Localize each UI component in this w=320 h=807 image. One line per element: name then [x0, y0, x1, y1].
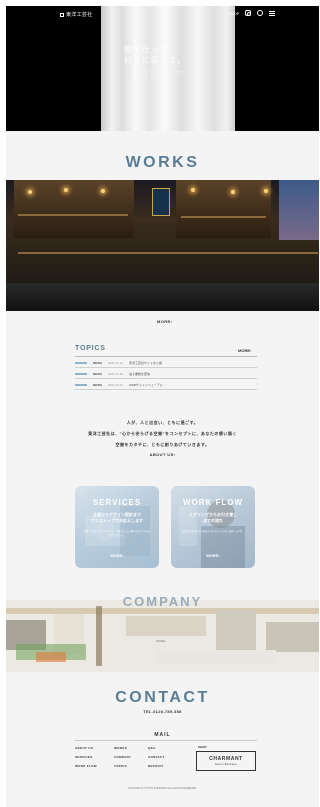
works-more-link[interactable]: MORE›: [157, 319, 172, 324]
works-photo-sign: [152, 188, 170, 216]
topics-divider: [75, 356, 257, 357]
services-card-more[interactable]: MORE›: [75, 553, 159, 558]
circle-icon[interactable]: [257, 10, 264, 16]
topics-title: TOPICS: [75, 345, 106, 352]
services-card-title: SERVICES: [92, 498, 142, 507]
footer-link-about[interactable]: ABOUT US: [75, 746, 97, 750]
footer-link-services[interactable]: SERVICES: [75, 755, 97, 759]
footer-link-company[interactable]: COMPANY: [114, 755, 131, 759]
works-photo-light: [191, 188, 195, 192]
company-image-stroke: [126, 616, 206, 636]
services-card-subtitle-line2: ワンストップでお応えします: [91, 518, 143, 523]
footer-link-works[interactable]: WORKS: [114, 746, 131, 750]
shop-subtitle: Select Boutique: [214, 763, 237, 766]
workflow-card-subtitle: ヒアリングからお引き渡し までの流れ: [179, 512, 247, 524]
contact-tel[interactable]: TEL.0120-789-358: [6, 709, 319, 714]
shop-banner[interactable]: CHARMANT Select Boutique: [196, 751, 256, 771]
workflow-card-more[interactable]: MORE›: [171, 553, 255, 558]
workflow-card-description: お問い合わせから完成までのステップをご紹介します。: [181, 530, 245, 533]
works-photo-shelf: [181, 216, 266, 218]
shop-name: CHARMANT: [209, 756, 243, 762]
services-card[interactable]: SERVICES 企画からデザイン設計まで ワンストップでお応えします 店舗・住…: [75, 486, 159, 568]
topic-category: NEWS: [93, 382, 102, 387]
works-photo-shelf: [18, 214, 128, 216]
works-photo-sky: [279, 180, 319, 240]
footer-nav-col1: ABOUT US SERVICES WORK FLOW: [75, 746, 97, 768]
page: 東洋工芸社 SHOP 働を仕って、 好きに暮らす。 ポキポキ ウッドゾーン デザ…: [6, 6, 319, 807]
works-photo-light: [101, 189, 105, 193]
hero-headline-line2: 好きに暮らす。: [124, 56, 187, 65]
company-more-link[interactable]: MORE›: [156, 639, 166, 643]
footer-link-qa[interactable]: Q&A: [148, 746, 165, 750]
about-us-link[interactable]: ABOUT US›: [6, 452, 319, 457]
company-image-stroke: [156, 650, 276, 664]
instagram-icon[interactable]: [245, 10, 252, 16]
company-title: COMPANY: [122, 594, 203, 609]
topic-text: WEBサイトリニューアル: [129, 382, 163, 387]
works-photo-light: [64, 188, 68, 192]
company-image[interactable]: [6, 600, 319, 672]
topic-date: 2021.02.03: [108, 382, 124, 387]
footer-link-topics[interactable]: TOPICS: [114, 764, 131, 768]
topic-item[interactable]: NEWS 2021.01.12 東洋工芸社サイトを公開: [75, 358, 257, 368]
hero-curtain-image: [101, 6, 235, 131]
footer-nav-col2: WORKS COMPANY TOPICS: [114, 746, 131, 768]
topic-category: NEWS: [93, 360, 102, 365]
topic-text: 東洋工芸社サイトを公開: [129, 360, 163, 365]
hero-headline-line1: 働を仕って、: [124, 45, 178, 54]
menu-icon[interactable]: [269, 10, 276, 16]
services-card-description: 店舗・住宅・オフィスなど、空間づくりに関わるすべてをお任せください。: [83, 530, 151, 537]
works-photo-light: [28, 190, 32, 194]
mail-divider: [75, 740, 257, 741]
works-title: WORKS: [125, 154, 200, 171]
topic-date: 2021.01.12: [108, 360, 124, 365]
topic-item[interactable]: NEWS 2021.01.20 電子書籍を配信: [75, 369, 257, 379]
services-card-subtitle: 企画からデザイン設計まで ワンストップでお応えします: [83, 512, 151, 524]
hero-subline: ポキポキ ウッドゾーン デザイン: [134, 70, 188, 74]
works-photo[interactable]: [6, 180, 319, 311]
topic-text: 電子書籍を配信: [129, 371, 151, 376]
hero-section: 東洋工芸社 SHOP 働を仕って、 好きに暮らす。 ポキポキ ウッドゾーン デザ…: [6, 6, 319, 131]
mail-link[interactable]: MAIL: [6, 732, 319, 738]
nav-shop-link[interactable]: SHOP: [228, 11, 239, 16]
logo-mark-icon: [60, 12, 64, 17]
topic-date: 2021.01.20: [108, 371, 124, 376]
works-photo-storefront: [14, 180, 134, 238]
hero-headline: 働を仕って、 好きに暮らす。: [124, 44, 186, 66]
about-line3: 空間をカタチに、ともに創りあげていきます。: [115, 442, 210, 447]
topic-tag-bar: [75, 372, 87, 375]
topic-item[interactable]: NEWS 2021.02.03 WEBサイトリニューアル: [75, 380, 257, 390]
works-photo-light: [231, 190, 235, 194]
copyright: COPYRIGHT © TOYO KOGEISHA ALL RIGHTS RES…: [128, 787, 197, 790]
about-text: 人が、人と出会い、ともに過ごす。 東洋工芸社は、"心から安らげる空間"をコンセプ…: [6, 417, 319, 450]
about-line2: 東洋工芸社は、"心から安らげる空間"をコンセプトに、あなたの想い描く: [88, 431, 237, 436]
footer-link-workflow[interactable]: WORK FLOW: [75, 764, 97, 768]
site-logo[interactable]: 東洋工芸社: [60, 11, 93, 18]
footer-link-recruit[interactable]: RECRUIT: [148, 764, 165, 768]
about-line1: 人が、人と出会い、ともに過ごす。: [126, 420, 199, 425]
works-photo-floor: [6, 283, 319, 311]
footer-nav-col3: Q&A CONTACT RECRUIT: [148, 746, 165, 768]
logo-text: 東洋工芸社: [66, 12, 93, 18]
workflow-card-subtitle-line2: までの流れ: [203, 518, 223, 523]
header-nav: SHOP: [228, 10, 276, 16]
company-image-stroke: [266, 622, 319, 652]
topic-tag-bar: [75, 383, 87, 386]
shop-label: SHOP: [198, 745, 207, 749]
topic-category: NEWS: [93, 371, 102, 376]
topic-tag-bar: [75, 361, 87, 364]
contact-title: CONTACT: [115, 689, 210, 706]
works-photo-shelf: [18, 252, 318, 254]
workflow-card[interactable]: WORK FLOW ヒアリングからお引き渡し までの流れ お問い合わせから完成ま…: [171, 486, 255, 568]
company-image-stroke: [36, 652, 66, 662]
topics-more-link[interactable]: MORE›: [238, 348, 251, 353]
footer-link-contact[interactable]: CONTACT: [148, 755, 165, 759]
company-image-stroke: [96, 606, 102, 666]
works-photo-light: [264, 189, 268, 193]
workflow-card-title: WORK FLOW: [182, 498, 244, 507]
